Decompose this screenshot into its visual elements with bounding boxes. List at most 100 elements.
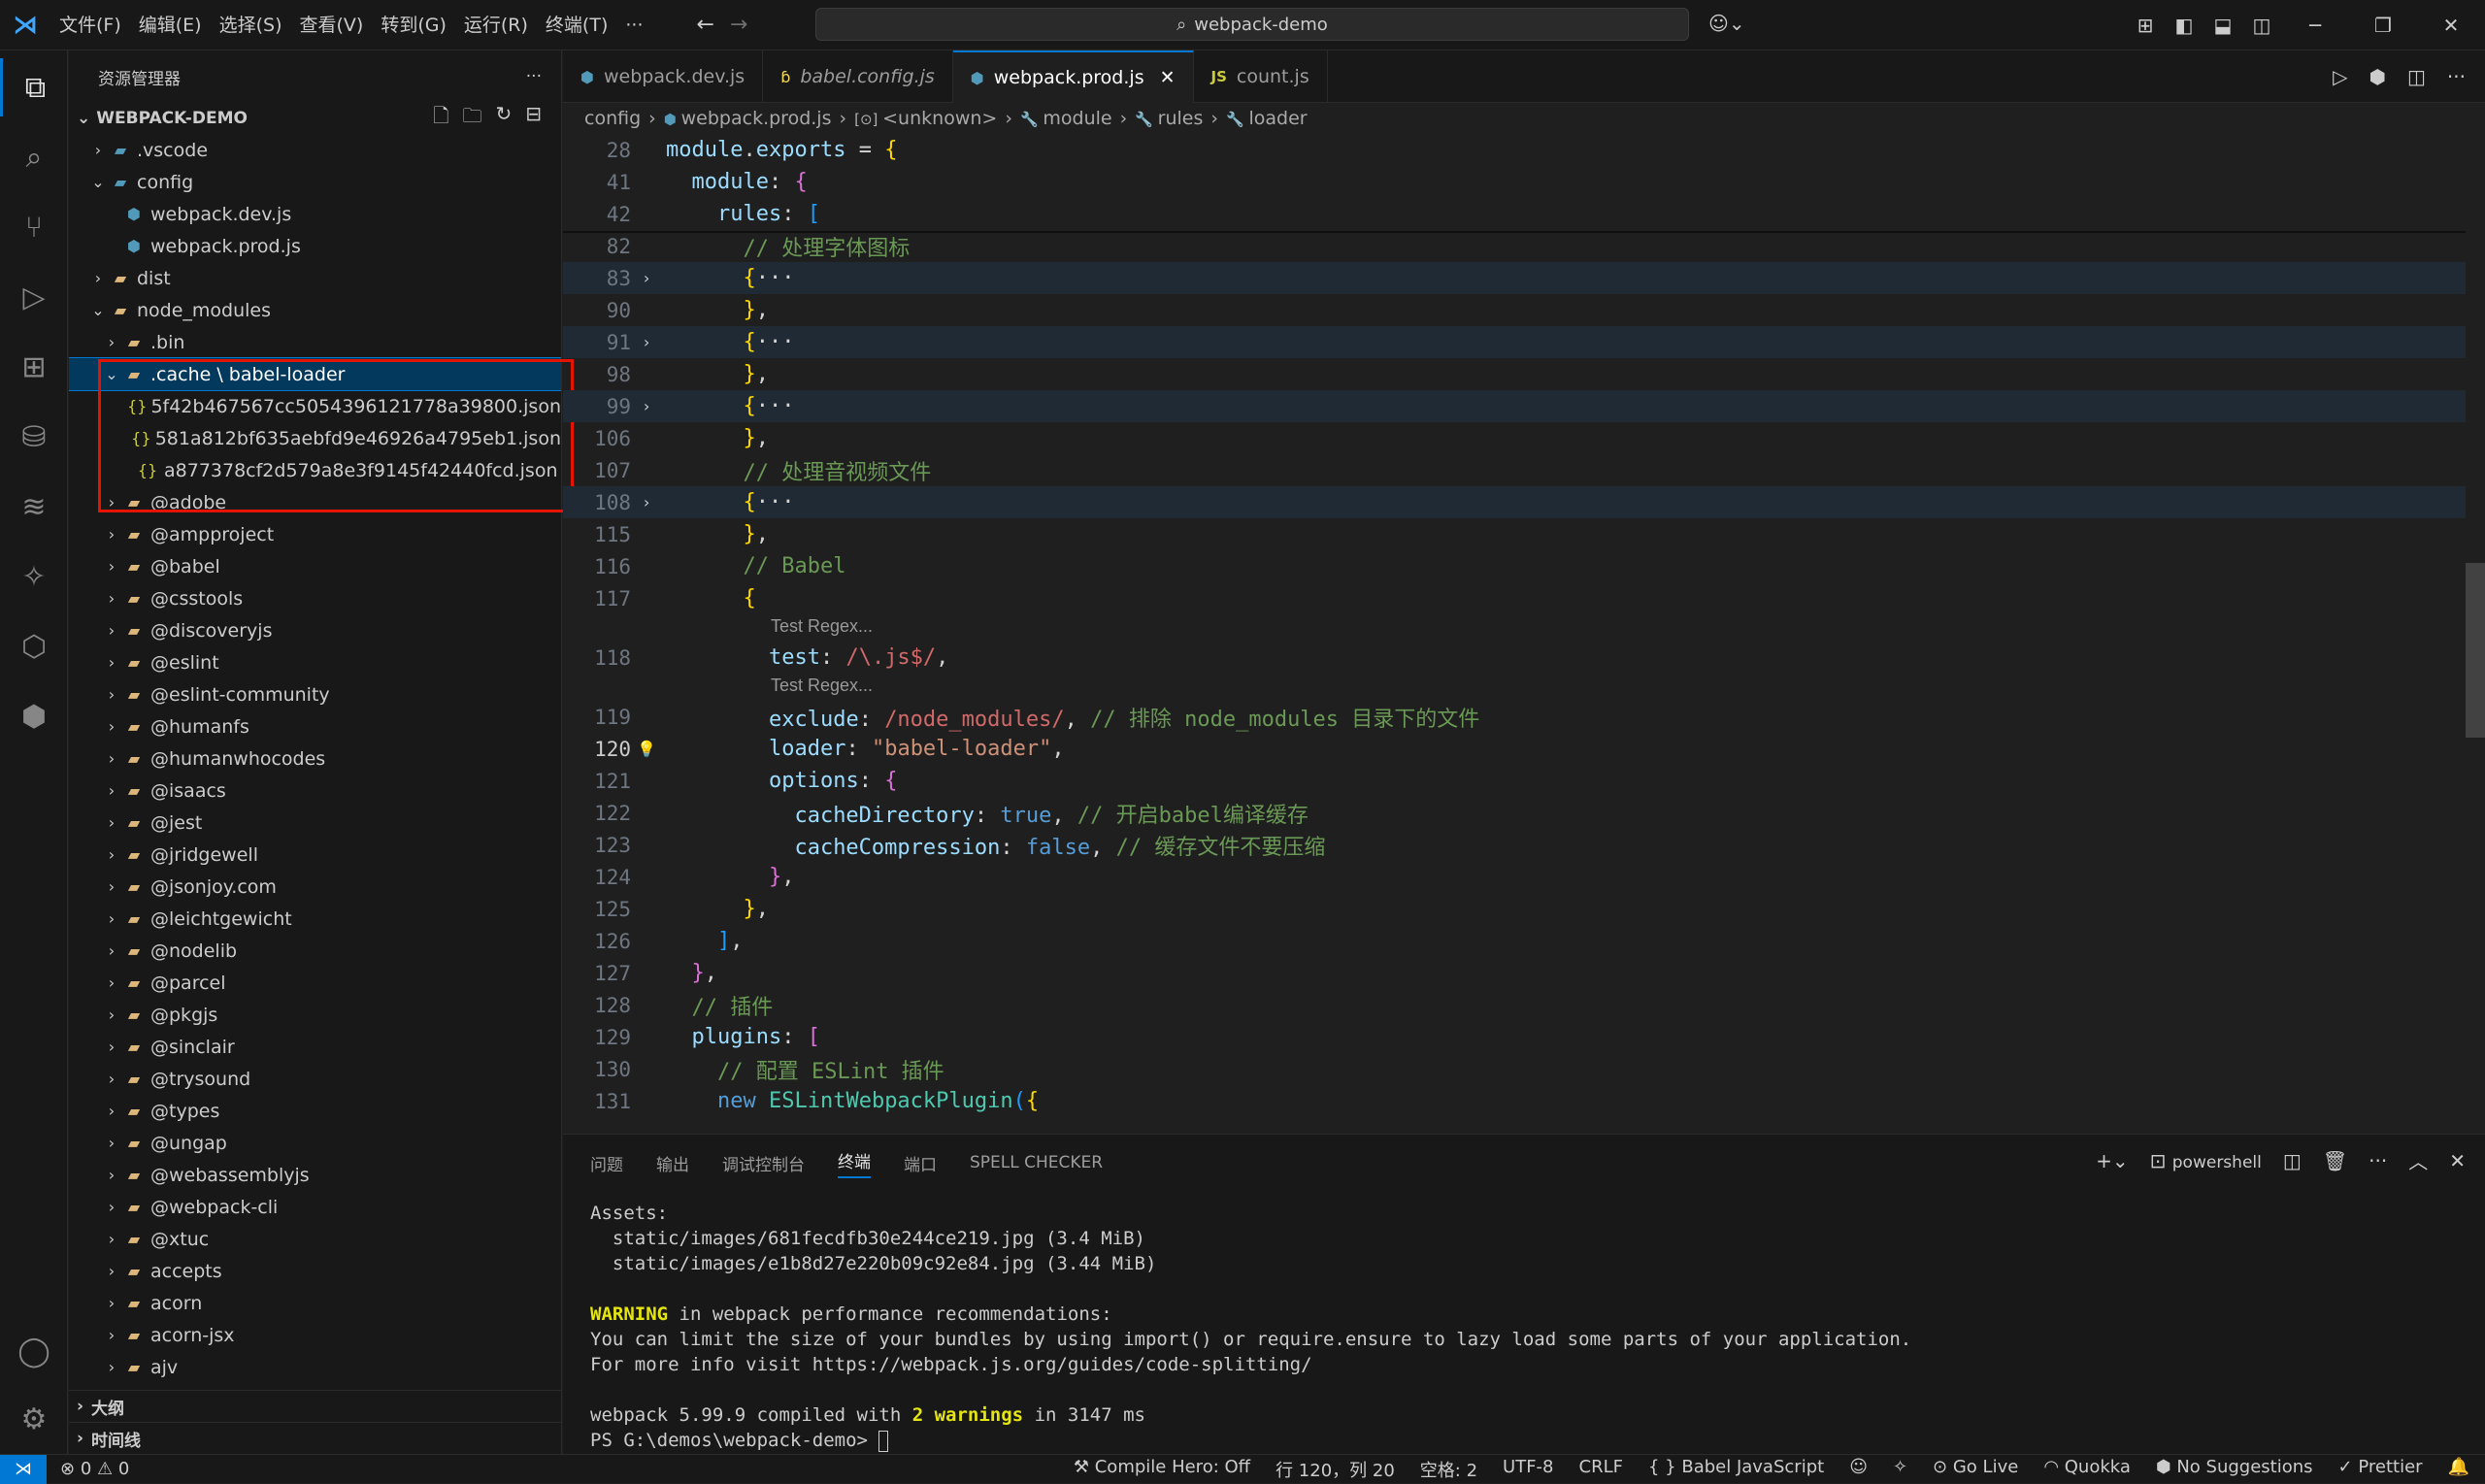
tree-folder-item[interactable]: › ▰ acorn: [69, 1287, 561, 1319]
fold-chevron-icon[interactable]: ›: [633, 397, 660, 415]
editor-tab[interactable]: ⬢ webpack.prod.js ✕: [952, 50, 1194, 103]
command-center-search[interactable]: ⌕ webpack-demo: [815, 8, 1689, 41]
explorer-icon[interactable]: ⧉: [0, 58, 68, 116]
panel-tab[interactable]: 输出: [656, 1151, 689, 1175]
more-actions-icon[interactable]: ···: [2447, 65, 2466, 88]
tree-folder-item[interactable]: › ▰ @leichtgewicht: [69, 903, 561, 935]
extension-status-icon[interactable]: ✧: [1893, 1457, 1907, 1482]
remote-explorer-icon[interactable]: ✧: [0, 547, 68, 606]
editor-tab[interactable]: ⬢ webpack.dev.js: [563, 50, 764, 103]
tree-folder-item[interactable]: › ▰ dist: [69, 262, 561, 294]
tree-folder-item[interactable]: › ▰ @babel: [69, 550, 561, 582]
panel-tab[interactable]: 终端: [838, 1148, 871, 1178]
code-line[interactable]: 127 },: [563, 957, 2466, 989]
line-ending[interactable]: CRLF: [1579, 1457, 1623, 1482]
menu-item[interactable]: 文件(F): [50, 0, 130, 50]
code-line[interactable]: 28 module.exports = {: [563, 134, 2466, 166]
extension-action-icon[interactable]: ⬢: [2369, 65, 2386, 88]
package-icon[interactable]: ⬡: [0, 617, 68, 676]
menu-item[interactable]: 终端(T): [537, 0, 616, 50]
tree-folder-item[interactable]: › ▰ accepts: [69, 1255, 561, 1287]
code-line[interactable]: 131 new ESLintWebpackPlugin({: [563, 1085, 2466, 1117]
tree-folder-item[interactable]: › ▰ @jest: [69, 807, 561, 839]
code-line[interactable]: 108 › {···: [563, 486, 2466, 518]
timeline-section[interactable]: › 时间线: [69, 1422, 561, 1454]
copilot-icon[interactable]: ☺⌄: [1708, 12, 1745, 35]
code-line[interactable]: 83 › {···: [563, 262, 2466, 294]
toggle-panel-icon[interactable]: ⬓: [2203, 14, 2242, 37]
code-line[interactable]: 126 ],: [563, 925, 2466, 957]
code-line[interactable]: 119 exclude: /node_modules/, // 排除 node_…: [563, 701, 2466, 733]
tree-file-item[interactable]: ⬢ webpack.dev.js: [69, 198, 561, 230]
notifications-icon[interactable]: 🔔: [2448, 1457, 2469, 1482]
new-terminal-icon[interactable]: +⌄: [2096, 1149, 2129, 1172]
language-mode[interactable]: { } Babel JavaScript: [1648, 1457, 1824, 1482]
tree-folder-item[interactable]: › ▰ ajv: [69, 1351, 561, 1383]
lightbulb-icon[interactable]: 💡: [633, 740, 660, 758]
panel-tab[interactable]: SPELL CHECKER: [970, 1153, 1103, 1172]
code-line[interactable]: 107 // 处理音视频文件: [563, 454, 2466, 486]
menu-item[interactable]: 查看(V): [291, 0, 373, 50]
more-actions-icon[interactable]: ···: [526, 67, 542, 86]
remote-indicator-icon[interactable]: ⋊: [0, 1454, 47, 1484]
tree-folder-item[interactable]: › ▰ @webpack-cli: [69, 1191, 561, 1223]
restore-icon[interactable]: ❐: [2349, 14, 2417, 37]
tree-folder-item[interactable]: ⌄ ▰ config: [69, 166, 561, 198]
tree-folder-item[interactable]: › ▰ @discoveryjs: [69, 614, 561, 646]
account-icon[interactable]: ◯: [0, 1322, 68, 1380]
outline-section[interactable]: › 大纲: [69, 1390, 561, 1422]
tree-folder-item[interactable]: › ▰ @jsonjoy.com: [69, 871, 561, 903]
tree-folder-item[interactable]: › ▰ @isaacs: [69, 775, 561, 807]
code-line[interactable]: 123 cacheCompression: false, // 缓存文件不要压缩: [563, 829, 2466, 861]
back-arrow-icon[interactable]: ←: [696, 13, 713, 37]
tree-folder-item[interactable]: › ▰ @humanfs: [69, 710, 561, 742]
breadcrumb-item[interactable]: config: [584, 108, 641, 129]
breadcrumb-item[interactable]: [⊙] <unknown>: [854, 108, 997, 129]
customize-layout-icon[interactable]: ⊞: [2126, 14, 2165, 37]
code-line[interactable]: 117 {: [563, 582, 2466, 614]
tree-folder-item[interactable]: › ▰ .vscode: [69, 134, 561, 166]
close-tab-icon[interactable]: ✕: [1160, 67, 1176, 88]
tree-file-item[interactable]: {} a877378cf2d579a8e3f9145f42440fcd.json: [69, 454, 561, 486]
code-line[interactable]: 120 💡 loader: "babel-loader",: [563, 733, 2466, 765]
menu-item[interactable]: 运行(R): [455, 0, 537, 50]
code-editor[interactable]: 28 module.exports = {41 module: {42 rules…: [563, 134, 2466, 1134]
panel-tab[interactable]: 调试控制台: [722, 1151, 805, 1175]
code-line[interactable]: 118 test: /\.js$/,: [563, 642, 2466, 674]
copilot-status-icon[interactable]: ☺: [1849, 1457, 1868, 1482]
trash-icon[interactable]: 🗑: [2323, 1149, 2347, 1172]
code-line[interactable]: 106 },: [563, 422, 2466, 454]
code-line[interactable]: 130 // 配置 ESLint 插件: [563, 1053, 2466, 1085]
split-terminal-icon[interactable]: ◫: [2283, 1149, 2302, 1172]
fold-chevron-icon[interactable]: ›: [633, 269, 660, 287]
codelens-test-regex[interactable]: Test Regex...: [771, 676, 873, 699]
encoding[interactable]: UTF-8: [1503, 1457, 1553, 1482]
settings-gear-icon[interactable]: ⚙: [0, 1390, 68, 1448]
menu-item[interactable]: 编辑(E): [130, 0, 211, 50]
tree-file-item[interactable]: {} 581a812bf635aebfd9e46926a4795eb1.json: [69, 422, 561, 454]
tree-folder-item[interactable]: › ▰ @jridgewell: [69, 839, 561, 871]
close-window-icon[interactable]: ✕: [2417, 14, 2485, 37]
code-line[interactable]: 91 › {···: [563, 326, 2466, 358]
tree-folder-item[interactable]: › ▰ @sinclair: [69, 1031, 561, 1063]
breadcrumb-item[interactable]: 🔧 module: [1020, 108, 1112, 129]
code-line[interactable]: 122 cacheDirectory: true, // 开启babel编译缓存: [563, 797, 2466, 829]
menu-item[interactable]: 选择(S): [211, 0, 291, 50]
code-line[interactable]: 125 },: [563, 893, 2466, 925]
tree-folder-item[interactable]: ⌄ ▰ node_modules: [69, 294, 561, 326]
compile-hero-status[interactable]: ⚒ Compile Hero: Off: [1074, 1457, 1250, 1482]
fold-chevron-icon[interactable]: ›: [633, 493, 660, 511]
tree-folder-item[interactable]: › ▰ .bin: [69, 326, 561, 358]
tree-folder-item[interactable]: › ▰ @ampproject: [69, 518, 561, 550]
database-icon[interactable]: ⛁: [0, 408, 68, 466]
panel-tab[interactable]: 端口: [904, 1151, 937, 1175]
fold-chevron-icon[interactable]: ›: [633, 333, 660, 351]
cursor-position[interactable]: 行 120，列 20: [1276, 1457, 1395, 1482]
split-editor-icon[interactable]: ◫: [2407, 65, 2426, 88]
layers-icon[interactable]: ≋: [0, 478, 68, 536]
new-folder-icon[interactable]: 🗀: [462, 102, 481, 135]
panel-tab[interactable]: 问题: [590, 1151, 623, 1175]
code-line[interactable]: 90 },: [563, 294, 2466, 326]
tree-folder-item[interactable]: › ▰ acorn-jsx: [69, 1319, 561, 1351]
code-line[interactable]: 41 module: {: [563, 166, 2466, 198]
